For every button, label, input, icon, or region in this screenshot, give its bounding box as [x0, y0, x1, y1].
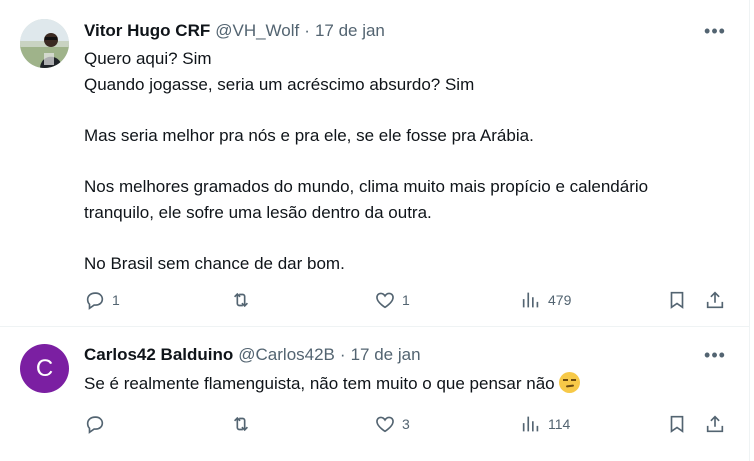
tweet-date[interactable]: 17 de jan [351, 345, 421, 365]
tweet-text-line: Mas seria melhor pra nós e pra ele, se e… [84, 125, 534, 145]
heart-icon [376, 292, 394, 309]
tweet-text-content: Se é realmente flamenguista, não tem mui… [84, 374, 555, 393]
more-options-icon[interactable]: ••• [702, 344, 728, 366]
separator-dot: · [304, 21, 310, 40]
views-icon [522, 292, 539, 308]
like-count: 1 [402, 292, 410, 308]
tweet-text-line: Nos melhores gramados do mundo, clima mu… [84, 176, 649, 196]
author-handle[interactable]: @VH_Wolf [215, 21, 299, 41]
avatar-letter: C [35, 354, 54, 382]
bookmark-icon [670, 291, 684, 309]
reply-button[interactable]: 1 [84, 288, 120, 312]
bookmark-button[interactable] [666, 412, 688, 436]
tweet-text-line: Quando jogasse, seria um acréscimo absur… [84, 74, 475, 94]
avatar-photo [20, 19, 69, 68]
tweet-text-line [84, 97, 734, 123]
reply-count: 1 [112, 292, 120, 308]
reply-button[interactable] [84, 412, 112, 436]
author-name[interactable]: Carlos42 Balduino [84, 345, 233, 365]
author-name[interactable]: Vitor Hugo CRF [84, 21, 210, 41]
share-icon [706, 415, 724, 433]
timeline: Vitor Hugo CRF @VH_Wolf · 17 de jan ••• … [0, 0, 750, 461]
author-handle[interactable]: @Carlos42B [238, 345, 335, 365]
tweet-text-line: Quero aqui? Sim [84, 49, 212, 68]
retweet-button[interactable] [230, 412, 258, 436]
tweet-text: Quero aqui? Sim Quando jogasse, seria um… [84, 46, 734, 276]
views-icon [522, 416, 539, 432]
views-button[interactable]: 479 [520, 288, 571, 312]
tweet-text-line [84, 148, 734, 174]
tweet-text-line: No Brasil sem chance de dar bom. [84, 253, 345, 273]
heart-icon [376, 416, 394, 433]
avatar[interactable] [20, 19, 69, 68]
bookmark-button[interactable] [666, 288, 688, 312]
bookmark-icon [670, 415, 684, 433]
like-count: 3 [402, 416, 410, 432]
tweet[interactable]: Vitor Hugo CRF @VH_Wolf · 17 de jan ••• … [0, 0, 750, 327]
tweet-header: Vitor Hugo CRF @VH_Wolf · 17 de jan [84, 20, 385, 42]
separator-dot: · [339, 345, 346, 364]
avatar[interactable]: C [20, 344, 69, 393]
share-button[interactable] [704, 412, 726, 436]
views-count: 114 [548, 416, 571, 432]
unamused-face-emoji [558, 372, 580, 393]
views-button[interactable]: 114 [520, 412, 570, 436]
tweet-text: Se é realmente flamenguista, não tem mui… [84, 371, 734, 397]
share-icon [706, 291, 724, 309]
retweet-icon [233, 416, 249, 432]
tweet[interactable]: C Carlos42 Balduino @Carlos42B · 17 de j… [0, 327, 750, 461]
more-options-icon[interactable]: ••• [702, 20, 728, 42]
tweet-header: Carlos42 Balduino @Carlos42B · 17 de jan [84, 344, 421, 366]
reply-icon [86, 416, 104, 434]
tweet-date[interactable]: 17 de jan [315, 21, 385, 41]
tweet-actions: 1 1 479 [84, 288, 734, 312]
share-button[interactable] [704, 288, 726, 312]
tweet-text-line [84, 225, 734, 251]
retweet-button[interactable] [230, 288, 258, 312]
like-button[interactable]: 3 [374, 412, 410, 436]
tweet-actions: 3 114 [84, 412, 734, 436]
reply-icon [86, 292, 104, 310]
views-count: 479 [548, 292, 572, 308]
retweet-icon [233, 292, 249, 308]
tweet-text-line: tranquilo, ele sofre uma lesão dentro da… [84, 202, 432, 222]
tweet-text-line: Se é realmente flamenguista, não tem mui… [84, 371, 734, 397]
like-button[interactable]: 1 [374, 288, 410, 312]
